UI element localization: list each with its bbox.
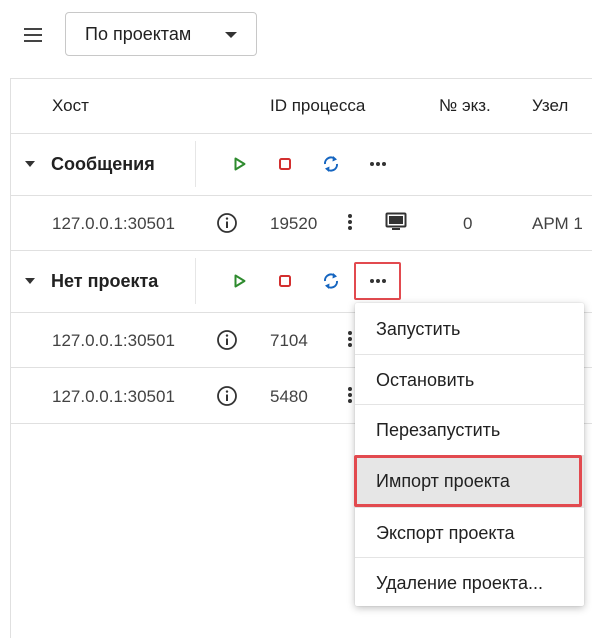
group-title: Нет проекта [51, 271, 159, 291]
more-actions-button[interactable] [365, 151, 391, 177]
column-header-node[interactable]: Узел [532, 96, 568, 116]
start-button[interactable] [227, 268, 253, 294]
stop-button[interactable] [272, 151, 298, 177]
restart-icon [324, 273, 338, 289]
pid-cell: 5480 [270, 387, 308, 406]
play-icon [234, 157, 246, 171]
stop-icon [279, 275, 291, 287]
info-icon [217, 330, 237, 350]
host-cell: 127.0.0.1:30501 [52, 214, 175, 233]
host-cell: 127.0.0.1:30501 [52, 387, 175, 406]
menu-item-restart[interactable]: Перезапустить [355, 405, 584, 456]
play-icon [234, 274, 246, 288]
divider [11, 133, 592, 134]
node-cell: АРМ 1 [532, 214, 583, 233]
collapse-toggle-icon[interactable] [25, 161, 35, 167]
menu-item-delete-project[interactable]: Удаление проекта... [355, 558, 584, 609]
project-actions-menu: Запустить Остановить Перезапустить Импор… [355, 303, 584, 606]
info-icon [217, 386, 237, 406]
group-title: Сообщения [51, 154, 155, 174]
menu-item-export-project[interactable]: Экспорт проекта [355, 508, 584, 559]
start-button[interactable] [227, 151, 253, 177]
info-button[interactable] [216, 212, 238, 234]
instance-cell: 0 [463, 214, 473, 233]
group-by-select[interactable]: По проектам [65, 12, 257, 56]
divider [195, 258, 196, 304]
more-vertical-icon [348, 387, 352, 403]
menu-item-start[interactable]: Запустить [355, 304, 584, 355]
divider [195, 141, 196, 187]
divider [11, 195, 592, 196]
column-header-instance[interactable]: № экз. [439, 96, 491, 116]
open-console-button[interactable] [385, 212, 407, 237]
menu-item-stop[interactable]: Остановить [355, 355, 584, 406]
restart-icon [324, 156, 338, 172]
stop-icon [279, 158, 291, 170]
divider [11, 250, 592, 251]
group-by-value: По проектам [85, 23, 192, 44]
more-horizontal-icon [369, 279, 386, 283]
collapse-toggle-icon[interactable] [25, 278, 35, 284]
more-horizontal-icon [370, 162, 386, 166]
stop-button[interactable] [272, 268, 298, 294]
info-button[interactable] [216, 329, 238, 351]
menu-button[interactable] [18, 22, 48, 48]
pid-cell: 19520 [270, 214, 318, 233]
info-icon [217, 213, 237, 233]
row-menu-button[interactable] [344, 210, 356, 234]
menu-item-import-project[interactable]: Импорт проекта [355, 456, 584, 507]
restart-button[interactable] [318, 268, 344, 294]
info-button[interactable] [216, 385, 238, 407]
column-header-pid[interactable]: ID процесса [270, 96, 365, 116]
pid-cell: 7104 [270, 331, 308, 350]
more-actions-button[interactable] [354, 262, 401, 300]
column-header-host[interactable]: Хост [52, 96, 89, 116]
host-cell: 127.0.0.1:30501 [52, 331, 175, 350]
more-vertical-icon [348, 331, 352, 347]
more-vertical-icon [348, 214, 352, 230]
monitor-icon [385, 212, 407, 230]
hamburger-menu-icon [24, 28, 42, 42]
restart-button[interactable] [318, 151, 344, 177]
caret-down-icon [225, 32, 237, 38]
